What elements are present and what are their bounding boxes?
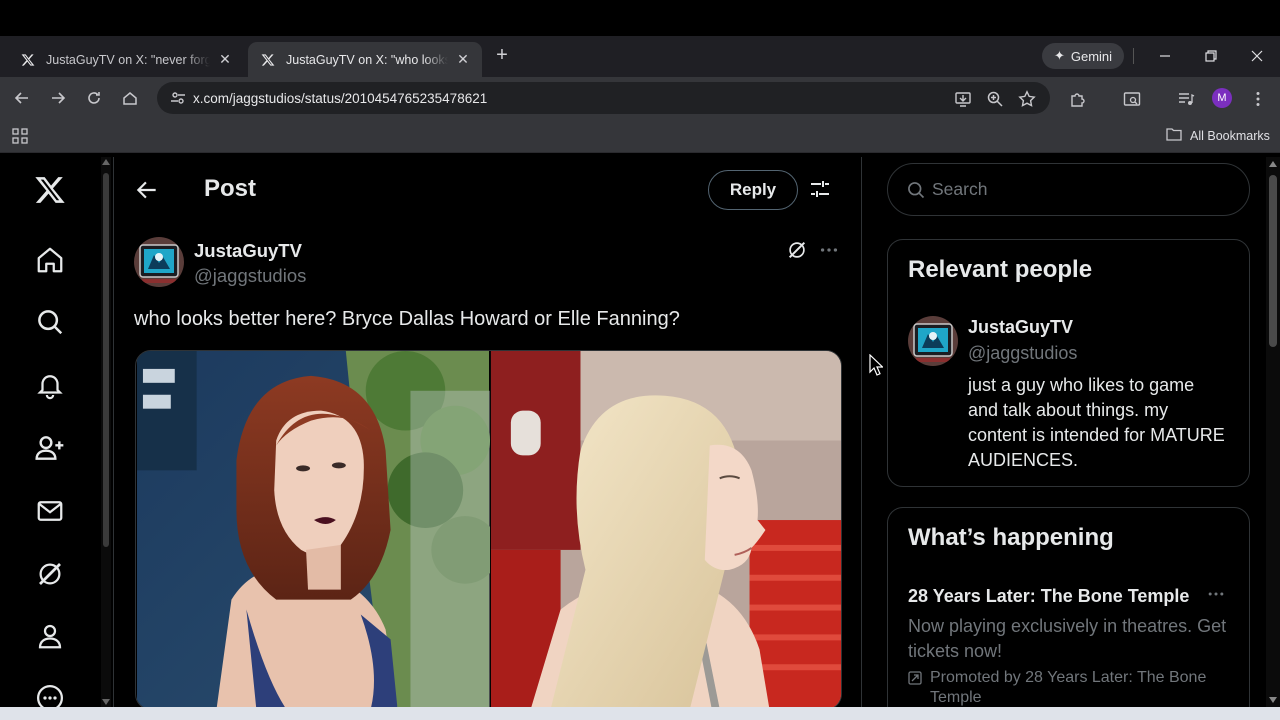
filter-sliders-icon[interactable] [808, 177, 832, 201]
x-page: Post Reply JustaGuyTV @jaggstudios who l… [0, 157, 1266, 707]
minimize-icon[interactable] [1153, 44, 1177, 68]
whats-happening-card: What’s happening 28 Years Later: The Bon… [887, 507, 1250, 707]
promoted-text: Promoted by 28 Years Later: The Bone Tem… [930, 669, 1207, 706]
home-icon[interactable] [118, 86, 142, 110]
tab-search-icon[interactable] [1121, 88, 1143, 110]
apps-grid-icon[interactable] [11, 127, 29, 145]
page-scrollbar[interactable] [1266, 157, 1280, 707]
media-controls-icon[interactable] [1175, 88, 1197, 110]
left-navigation [0, 157, 100, 707]
chrome-menu-icon[interactable] [1247, 88, 1269, 110]
reload-icon[interactable] [82, 86, 106, 110]
reply-button[interactable]: Reply [708, 170, 798, 210]
author-handle[interactable]: @jaggstudios [194, 265, 306, 287]
relevant-person-handle[interactable]: @jaggstudios [968, 343, 1077, 364]
tab-title: JustaGuyTV on X: "never forget [46, 52, 210, 67]
tab-never-forget[interactable]: JustaGuyTV on X: "never forget ✕ [8, 42, 244, 77]
all-bookmarks-label: All Bookmarks [1190, 128, 1270, 143]
photo-left [136, 351, 490, 707]
profile-avatar[interactable]: M [1212, 88, 1232, 108]
trend-description: Now playing exclusively in theatres. Get… [908, 616, 1227, 661]
mouse-cursor-icon [869, 353, 884, 376]
relevant-people-heading: Relevant people [908, 256, 1093, 283]
page-title: Post [204, 175, 257, 202]
grok-icon[interactable] [33, 557, 67, 591]
left-scrollbar[interactable] [101, 157, 111, 707]
x-logo-icon[interactable] [33, 173, 67, 207]
scroll-thumb[interactable] [103, 173, 109, 547]
site-info-icon[interactable] [163, 90, 193, 106]
author-name[interactable]: JustaGuyTV [194, 240, 302, 262]
messages-envelope-icon[interactable] [33, 494, 67, 528]
more-circle-icon[interactable] [33, 681, 67, 707]
profile-person-icon[interactable] [33, 619, 67, 653]
close-window-icon[interactable] [1245, 44, 1269, 68]
post-image[interactable] [135, 350, 842, 707]
relevant-people-card: Relevant people JustaGuyTV @jaggstudios … [887, 239, 1250, 487]
whats-happening-heading: What’s happening [908, 524, 1114, 551]
notifications-bell-icon[interactable] [33, 368, 67, 402]
bookmarks-bar [0, 119, 1280, 153]
home-icon[interactable] [33, 243, 67, 277]
scroll-thumb[interactable] [1269, 175, 1277, 347]
zoom-icon[interactable] [985, 89, 1005, 109]
grok-icon[interactable] [786, 239, 810, 263]
post-column: Post Reply JustaGuyTV @jaggstudios who l… [113, 157, 862, 707]
more-options-icon[interactable] [1206, 584, 1230, 608]
address-bar[interactable]: x.com/jaggstudios/status/201045476523547… [157, 82, 1050, 114]
folder-icon [1166, 127, 1182, 144]
all-bookmarks-button[interactable]: All Bookmarks [1166, 127, 1270, 144]
relevant-person-name[interactable]: JustaGuyTV [968, 317, 1073, 338]
promoted-icon [908, 671, 924, 687]
gemini-sparkle-icon: ✦ [1053, 48, 1065, 63]
promoted-label[interactable]: Promoted by 28 Years Later: The Bone Tem… [908, 668, 1238, 707]
avatar[interactable] [908, 316, 958, 366]
close-tab-icon[interactable]: ✕ [454, 51, 472, 69]
relevant-person-bio: just a guy who likes to game and talk ab… [968, 375, 1225, 470]
scroll-down-arrow[interactable] [102, 699, 110, 705]
explore-search-icon[interactable] [33, 305, 67, 339]
tab-who-looks-better[interactable]: JustaGuyTV on X: "who looks be ✕ [248, 42, 482, 77]
tab-title: JustaGuyTV on X: "who looks be [286, 52, 448, 67]
back-arrow-icon[interactable] [134, 177, 160, 203]
search-box[interactable] [887, 163, 1250, 216]
close-tab-icon[interactable]: ✕ [216, 51, 234, 69]
scroll-up-arrow[interactable] [1269, 161, 1277, 167]
photo-right [490, 351, 841, 707]
x-logo-icon [260, 52, 276, 68]
extensions-icon[interactable] [1067, 88, 1089, 110]
search-icon [906, 180, 926, 200]
back-icon[interactable] [10, 86, 34, 110]
more-options-icon[interactable] [818, 239, 842, 263]
post-text: who looks better here? Bryce Dallas Howa… [134, 308, 680, 330]
x-logo-icon [20, 52, 36, 68]
url-text: x.com/jaggstudios/status/201045476523547… [193, 90, 488, 106]
forward-icon[interactable] [46, 86, 70, 110]
trend-title[interactable]: 28 Years Later: The Bone Temple [908, 586, 1189, 607]
os-taskbar [0, 707, 1280, 720]
separator [1133, 48, 1134, 64]
gemini-button[interactable]: ✦ Gemini [1042, 43, 1124, 69]
follow-person-plus-icon[interactable] [33, 431, 67, 465]
search-input[interactable] [932, 179, 1232, 200]
gemini-label: Gemini [1070, 48, 1113, 64]
scroll-down-arrow[interactable] [1269, 697, 1277, 703]
scroll-up-arrow[interactable] [102, 159, 110, 165]
install-app-icon[interactable] [953, 89, 973, 109]
screen-top-strip [0, 0, 1280, 36]
restore-icon[interactable] [1199, 44, 1223, 68]
new-tab-button[interactable]: + [492, 44, 512, 66]
author-avatar[interactable] [134, 237, 184, 287]
star-bookmark-icon[interactable] [1017, 89, 1037, 109]
